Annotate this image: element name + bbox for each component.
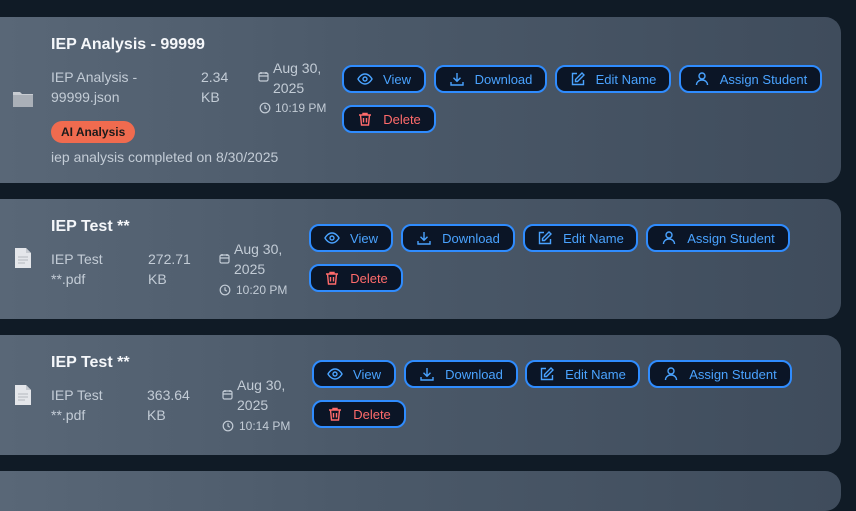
- file-name: IEP Analysis - 99999.json: [51, 67, 137, 107]
- document-icon: [15, 385, 31, 405]
- file-date-line1: Aug 30,: [237, 377, 286, 393]
- file-date-line1: Aug 30,: [234, 241, 283, 257]
- file-date: Aug 30, 2025: [273, 58, 321, 98]
- ai-analysis-badge: AI Analysis: [51, 121, 136, 143]
- download-icon: [417, 232, 431, 245]
- delete-label: Delete: [383, 111, 421, 127]
- download-icon: [449, 73, 464, 86]
- file-title: IEP Analysis - 99999: [51, 36, 205, 53]
- file-time: 10:19 PM: [275, 101, 327, 115]
- file-card: [0, 199, 841, 319]
- calendar-icon: [222, 390, 233, 400]
- file-date: Aug 30, 2025: [237, 375, 285, 415]
- clock-icon: [222, 420, 234, 432]
- view-button[interactable]: View: [312, 360, 396, 388]
- assign-student-label: Assign Student: [719, 71, 808, 87]
- file-date: Aug 30, 2025: [234, 239, 282, 279]
- edit-icon: [538, 231, 553, 245]
- view-label: View: [350, 230, 378, 246]
- download-icon: [420, 368, 434, 381]
- file-size: 272.71 KB: [148, 249, 191, 289]
- file-size-unit: KB: [147, 407, 166, 423]
- view-label: View: [353, 366, 381, 382]
- view-label: View: [383, 71, 411, 87]
- edit-name-label: Edit Name: [565, 366, 626, 382]
- file-name: IEP Test **.pdf: [51, 385, 103, 425]
- file-card: [0, 471, 841, 511]
- edit-name-label: Edit Name: [563, 230, 624, 246]
- file-time: 10:20 PM: [236, 283, 288, 297]
- edit-icon: [571, 72, 585, 86]
- edit-name-button[interactable]: Edit Name: [525, 360, 640, 388]
- delete-button[interactable]: Delete: [312, 400, 406, 428]
- clock-icon: [259, 102, 271, 114]
- file-time: 10:14 PM: [239, 419, 291, 433]
- file-size-value: 2.34: [201, 69, 229, 85]
- file-name-line2: **.pdf: [51, 271, 86, 287]
- user-icon: [695, 72, 708, 86]
- view-button[interactable]: View: [309, 224, 393, 252]
- delete-button[interactable]: Delete: [342, 105, 436, 133]
- eye-icon: [357, 73, 373, 85]
- clock-icon: [219, 284, 231, 296]
- file-size-value: 363.64: [147, 387, 190, 403]
- download-button[interactable]: Download: [434, 65, 547, 93]
- user-icon: [665, 367, 678, 381]
- download-button[interactable]: Download: [401, 224, 515, 252]
- delete-button[interactable]: Delete: [309, 264, 403, 292]
- file-size: 2.34 KB: [201, 67, 228, 107]
- file-size-value: 272.71: [148, 251, 191, 267]
- calendar-icon: [258, 72, 269, 82]
- file-description: iep analysis completed on 8/30/2025: [51, 149, 279, 165]
- assign-student-button[interactable]: Assign Student: [679, 65, 822, 93]
- folder-icon: [13, 92, 33, 107]
- user-icon: [663, 231, 676, 245]
- delete-label: Delete: [350, 270, 388, 286]
- file-name-line2: **.pdf: [51, 407, 86, 423]
- eye-icon: [324, 232, 340, 244]
- download-label: Download: [474, 71, 533, 87]
- file-date-line2: 2025: [273, 80, 305, 96]
- file-name-line1: IEP Test: [51, 387, 103, 403]
- view-button[interactable]: View: [342, 65, 426, 93]
- assign-student-label: Assign Student: [687, 230, 775, 246]
- download-label: Download: [445, 366, 503, 382]
- file-date-line2: 2025: [234, 261, 266, 277]
- assign-student-button[interactable]: Assign Student: [648, 360, 792, 388]
- trash-icon: [329, 407, 342, 421]
- assign-student-label: Assign Student: [689, 366, 777, 382]
- file-date-line2: 2025: [237, 397, 269, 413]
- trash-icon: [326, 271, 339, 285]
- edit-icon: [540, 367, 555, 381]
- file-size-unit: KB: [148, 271, 167, 287]
- file-title: IEP Test **: [51, 354, 130, 371]
- file-name-line1: IEP Analysis -: [51, 69, 138, 85]
- file-name-line1: IEP Test: [51, 251, 103, 267]
- delete-label: Delete: [353, 406, 391, 422]
- file-date-line1: Aug 30,: [273, 60, 322, 76]
- file-title: IEP Test **: [51, 218, 130, 235]
- edit-name-label: Edit Name: [595, 71, 657, 87]
- download-label: Download: [442, 230, 500, 246]
- edit-name-button[interactable]: Edit Name: [523, 224, 638, 252]
- eye-icon: [327, 368, 343, 380]
- file-size-unit: KB: [201, 89, 220, 105]
- file-card: [0, 335, 841, 455]
- document-icon: [15, 248, 31, 268]
- file-name-line2: 99999.json: [51, 89, 120, 105]
- download-button[interactable]: Download: [404, 360, 518, 388]
- calendar-icon: [219, 254, 230, 264]
- file-size: 363.64 KB: [147, 385, 190, 425]
- trash-icon: [359, 112, 372, 126]
- edit-name-button[interactable]: Edit Name: [555, 65, 671, 93]
- file-name: IEP Test **.pdf: [51, 249, 103, 289]
- assign-student-button[interactable]: Assign Student: [646, 224, 790, 252]
